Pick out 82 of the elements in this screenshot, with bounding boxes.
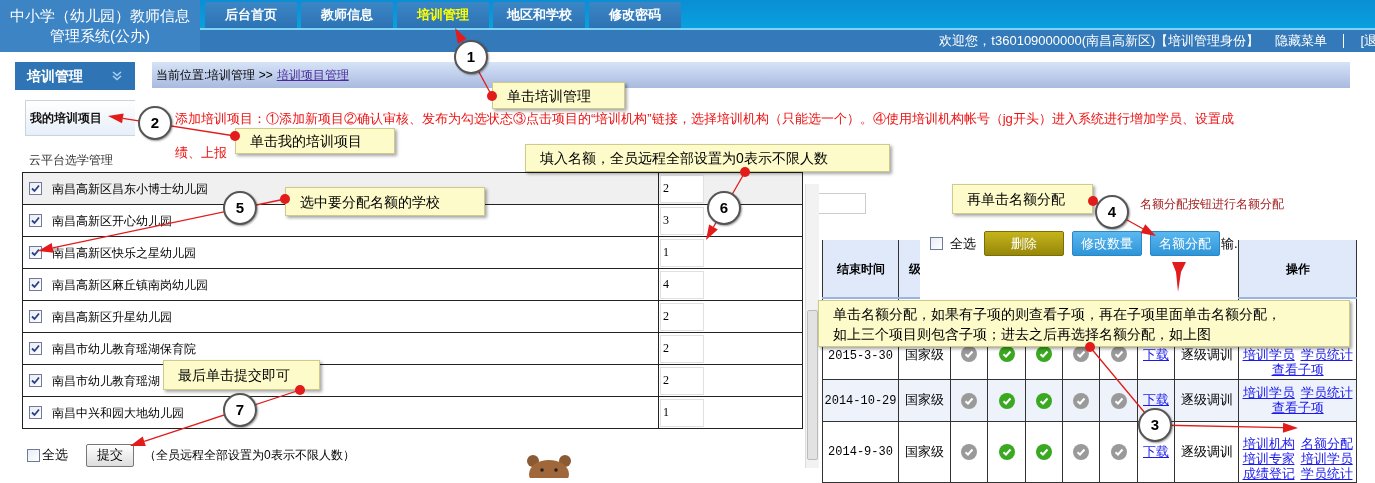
system-title: 管理系统(公办) [50, 26, 150, 46]
hint-text: 名额分配按钮进行名额分配 [1140, 195, 1284, 213]
submit-button[interactable]: 提交 [86, 443, 134, 467]
action-link[interactable]: 学员统计 [1300, 385, 1353, 400]
table-cell: 逐级调训 [1180, 443, 1233, 459]
welcome-text: 欢迎您，t360109000000(南昌高新区)【培训管理身份】 [939, 32, 1260, 51]
hide-menu-link[interactable]: 隐藏菜单 [1275, 31, 1328, 51]
sidebar-title: 培训管理 [27, 66, 83, 86]
instruction-text: 绩、上报 [175, 144, 227, 162]
school-name: 南昌高新区升星幼儿园 [52, 308, 172, 326]
checkbox[interactable] [29, 246, 42, 259]
download-link[interactable]: 下载 [1143, 443, 1169, 459]
school-name: 南昌市幼儿教育瑶湖保育院 [52, 340, 196, 358]
quota-input[interactable]: 1 [660, 398, 704, 427]
table-cell: 国家级 [905, 392, 944, 408]
callout-text: 再单击名额分配 [967, 190, 1066, 209]
action-link[interactable]: 培训专家 [1242, 450, 1295, 466]
table-cell: 2015-3-30 [828, 348, 893, 363]
nav-tab[interactable]: 培训管理 [397, 2, 489, 28]
table-cell: 2014-9-30 [828, 445, 893, 459]
action-link[interactable]: 成绩登记 [1242, 465, 1295, 481]
scrollbar-thumb[interactable] [807, 310, 818, 460]
step-number: 2 [138, 106, 172, 140]
quota-input[interactable]: 4 [660, 270, 704, 299]
breadcrumb-path: 当前位置:培训管理 >> [156, 67, 273, 84]
checkbox[interactable] [29, 278, 42, 291]
checkbox-label: 全选 [950, 234, 976, 253]
checkbox[interactable] [29, 310, 42, 323]
nav-tab[interactable]: 后台首页 [205, 2, 297, 28]
chevrons-down-icon [111, 70, 123, 82]
quota-input[interactable]: 1 [660, 238, 704, 267]
action-link[interactable]: 培训学员 [1242, 385, 1295, 400]
action-link[interactable]: 培训学员 [1300, 450, 1353, 466]
table-cell: 逐级调训 [1180, 392, 1233, 408]
quota-input[interactable]: 3 [660, 206, 704, 235]
callout-text: 单击名额分配，如果有子项的则查看子项，再在子项里面单击名额分配， [833, 304, 1282, 324]
school-name: 南昌高新区昌东小博士幼儿园 [52, 180, 208, 198]
quota-input[interactable]: 2 [660, 366, 704, 395]
step-number: 4 [1095, 195, 1129, 229]
note-text: （全员远程全部设置为0表示不限人数） [144, 447, 355, 464]
school-name: 南昌高新区快乐之星幼儿园 [52, 244, 196, 262]
checkbox[interactable] [29, 182, 42, 195]
select-all-checkbox[interactable] [27, 448, 40, 462]
nav-tab[interactable]: 修改密码 [589, 2, 681, 28]
school-name: 南昌高新区开心幼儿园 [52, 212, 172, 230]
action-link[interactable]: 名额分配 [1300, 435, 1353, 451]
table-cell: 2014-10-29 [824, 393, 897, 408]
nav-tab[interactable]: 教师信息 [301, 2, 393, 28]
sidebar-item[interactable]: 我的培训项目 [25, 100, 135, 136]
action-link[interactable]: 学员统计 [1300, 465, 1353, 481]
action-link[interactable]: 查看子项 [1271, 361, 1324, 377]
download-link[interactable]: 下载 [1143, 347, 1169, 362]
callout-text: 最后单击提交即可 [178, 366, 291, 385]
truncated-text: 输. [1221, 234, 1238, 253]
callout-text: 如上三个项目则包含子项；进去之后再选择名额分配，如上图 [833, 324, 1212, 344]
table-cell: 国家级 [905, 443, 944, 459]
checkbox[interactable] [29, 342, 42, 355]
school-name: 南昌高新区麻丘镇南岗幼儿园 [52, 276, 208, 294]
school-name: 南昌中兴和园大地幼儿园 [52, 404, 184, 422]
checkbox[interactable] [29, 374, 42, 387]
quota-input[interactable]: 2 [660, 334, 704, 363]
instruction-text: 添加培训项目：①添加新项目②确认审核、发布为勾选状态③点击项目的“培训机构”链接，选择培训机构（只能选一个）。④使用培训机构帐号（jg开头）进入系统进行增加学员、设置成 [175, 110, 1234, 128]
table-cell: 国家级 [905, 347, 944, 362]
checkbox[interactable] [29, 214, 42, 227]
quota-input[interactable]: 2 [660, 174, 704, 203]
checkbox-label: 全选 [42, 446, 68, 465]
callout-text: 选中要分配名额的学校 [300, 192, 441, 212]
quota-input[interactable]: 2 [660, 302, 704, 331]
school-name: 南昌市幼儿教育瑶湖 [52, 372, 160, 390]
callout-text: 单击培训管理 [507, 86, 592, 106]
select-all-checkbox[interactable] [930, 237, 943, 250]
nav-tab[interactable]: 地区和学校 [493, 2, 585, 28]
breadcrumb-link[interactable]: 培训项目管理 [276, 66, 349, 84]
action-link[interactable]: 培训机构 [1242, 435, 1295, 451]
action-link[interactable]: 查看子项 [1271, 400, 1324, 415]
action-link[interactable]: 培训学员 [1242, 346, 1295, 362]
table-cell: 逐级调训 [1180, 347, 1233, 362]
callout-text: 填入名额，全员远程全部设置为0表示不限人数 [540, 149, 829, 168]
callout-text: 单击我的培训项目 [250, 132, 363, 151]
action-link[interactable]: 学员统计 [1300, 346, 1353, 362]
system-title: 中小学（幼儿园）教师信息 [10, 6, 190, 26]
checkbox[interactable] [29, 406, 42, 419]
